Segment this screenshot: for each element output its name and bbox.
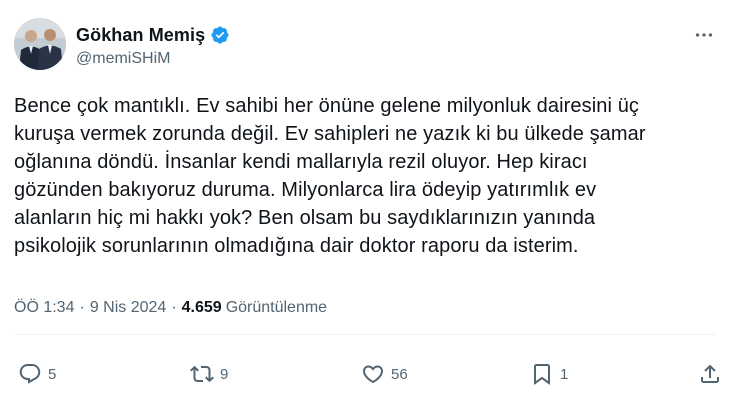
tweet-text: Bence çok mantıklı. Ev sahibi her önüne …: [14, 95, 646, 257]
reply-icon: [19, 364, 41, 384]
avatar[interactable]: [14, 18, 66, 70]
bookmark-count: 1: [560, 365, 569, 383]
views-count: 4.659: [181, 299, 222, 316]
verified-badge-icon[interactable]: [210, 25, 230, 45]
tweet-time[interactable]: ÖÖ 1:34: [14, 299, 74, 317]
divider: [14, 334, 716, 335]
like-button[interactable]: 56: [361, 360, 408, 388]
share-button[interactable]: [698, 360, 722, 388]
reply-button[interactable]: 5: [18, 360, 56, 388]
more-options-icon[interactable]: [692, 24, 716, 46]
tweet-date[interactable]: 9 Nis 2024: [90, 299, 167, 317]
handle[interactable]: @memiSHiM: [76, 50, 230, 68]
tweet-card: Gökhan Memiş @memiSHiM Bence çok mantıkl…: [0, 0, 730, 420]
bookmark-icon: [534, 364, 550, 385]
share-icon: [701, 364, 719, 383]
views-label: Görüntülenme: [225, 299, 328, 316]
author-names: Gökhan Memiş @memiSHiM: [76, 24, 230, 68]
display-name-row: Gökhan Memiş: [76, 24, 230, 46]
display-name[interactable]: Gökhan Memiş: [76, 25, 205, 46]
repost-icon: [190, 365, 214, 383]
repost-count: 9: [220, 365, 229, 383]
meta-separator: ·: [171, 299, 177, 316]
repost-button[interactable]: 9: [190, 360, 228, 388]
meta-separator: ·: [79, 299, 85, 316]
like-icon: [362, 365, 384, 384]
tweet-header: Gökhan Memiş @memiSHiM: [14, 18, 716, 72]
bookmark-button[interactable]: 1: [530, 360, 568, 388]
action-bar: 5 9 56 1: [18, 360, 724, 388]
tweet-meta: ÖÖ 1:34 · 9 Nis 2024 · 4.659 Görüntülenm…: [14, 299, 327, 317]
reply-count: 5: [48, 365, 57, 383]
like-count: 56: [391, 365, 408, 383]
